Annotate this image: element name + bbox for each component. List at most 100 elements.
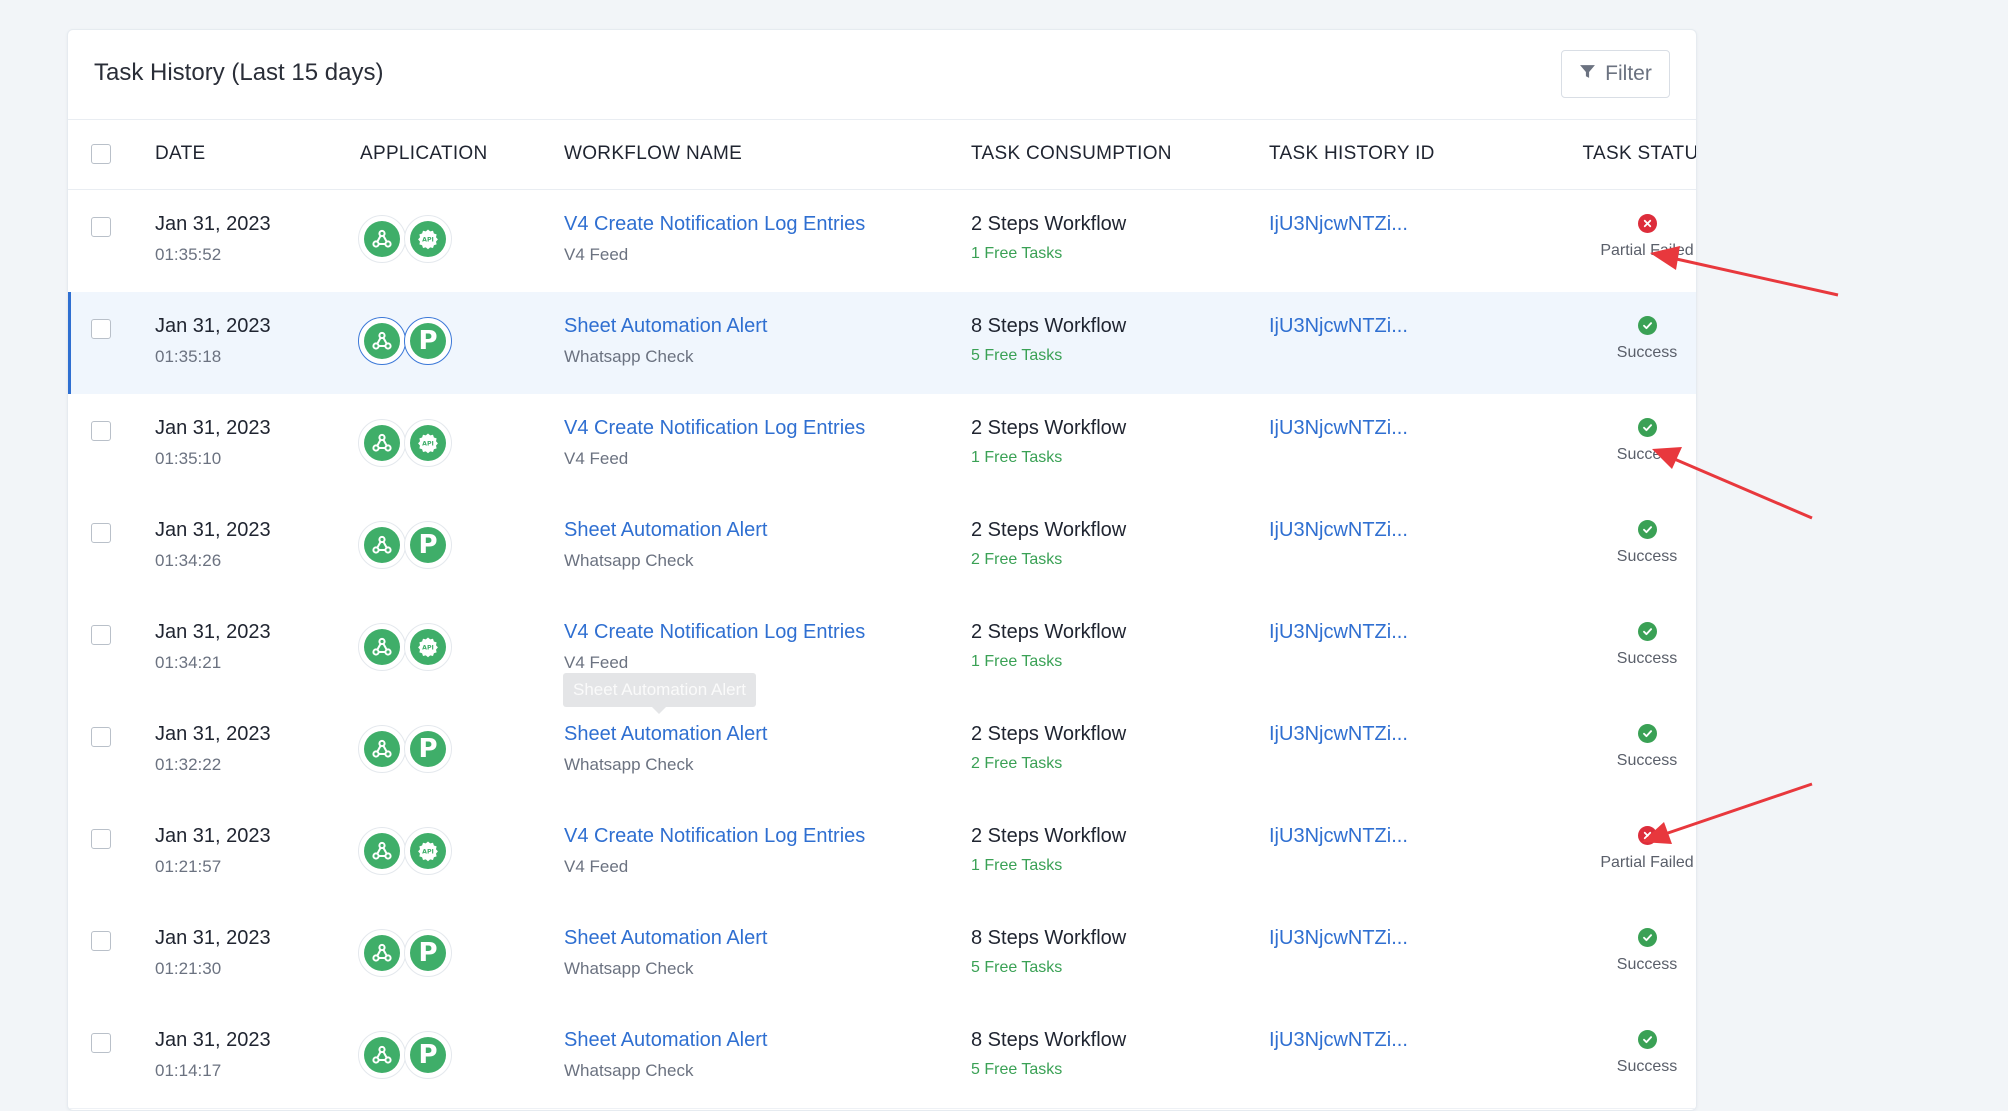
workflow-name-link[interactable]: V4 Create Notification Log Entries — [564, 621, 865, 644]
table-row[interactable]: Jan 31, 2023 01:21:30 P Sheet Automation Al… — [68, 904, 1696, 1007]
column-header-date[interactable]: DATE — [155, 143, 205, 165]
steps-count: 2 Steps Workflow — [971, 723, 1127, 745]
row-time: 01:21:30 — [155, 959, 222, 978]
workflow-name-link[interactable]: V4 Create Notification Log Entries — [564, 417, 865, 440]
table-row[interactable]: Jan 31, 2023 01:35:10 API V4 Create Notific… — [68, 394, 1696, 497]
task-history-id-link[interactable]: IjU3NjcwNTZi... — [1269, 315, 1408, 338]
row-checkbox[interactable] — [91, 421, 111, 441]
pabbly-icon: P — [404, 725, 452, 773]
column-header-task-history-id[interactable]: TASK HISTORY ID — [1269, 143, 1435, 165]
task-status: Success — [1547, 1028, 1696, 1076]
free-tasks: 1 Free Tasks — [971, 653, 1063, 670]
workflow-name-link[interactable]: V4 Create Notification Log Entries — [564, 213, 865, 236]
workflow-name-link[interactable]: Sheet Automation Alert — [564, 723, 767, 746]
workflow-folder: V4 Feed — [564, 449, 629, 468]
status-label: Success — [1616, 650, 1678, 667]
webhook-icon — [358, 419, 406, 467]
webhook-icon — [358, 1031, 406, 1079]
webhook-icon — [358, 623, 406, 671]
workflow-folder: Whatsapp Check — [564, 1061, 694, 1080]
table-row[interactable]: Jan 31, 2023 01:21:57 API V4 Create Notific… — [68, 802, 1696, 905]
table-row[interactable]: Jan 31, 2023 01:34:26 P Sheet Automation Al… — [68, 496, 1696, 599]
row-date: Jan 31, 2023 — [155, 1029, 271, 1051]
workflow-name-link[interactable]: Sheet Automation Alert — [564, 1029, 767, 1052]
svg-text:API: API — [422, 441, 434, 448]
row-checkbox[interactable] — [91, 1033, 111, 1053]
column-header-application[interactable]: APPLICATION — [360, 143, 488, 165]
row-checkbox[interactable] — [91, 217, 111, 237]
row-checkbox[interactable] — [91, 829, 111, 849]
row-date: Jan 31, 2023 — [155, 213, 271, 235]
row-time: 01:35:52 — [155, 245, 222, 264]
row-time: 01:34:21 — [155, 653, 222, 672]
column-header-task-status[interactable]: TASK STATUS — [1539, 143, 1696, 165]
webhook-icon — [358, 317, 406, 365]
check-circle-icon — [1637, 520, 1657, 539]
row-time: 01:35:18 — [155, 347, 222, 366]
x-circle-icon — [1637, 826, 1657, 845]
select-all-checkbox[interactable] — [91, 144, 111, 164]
status-label: Success — [1616, 752, 1678, 769]
task-history-id-link[interactable]: IjU3NjcwNTZi... — [1269, 519, 1408, 542]
webhook-icon — [358, 929, 406, 977]
workflow-folder: Whatsapp Check — [564, 959, 694, 978]
steps-count: 8 Steps Workflow — [971, 315, 1127, 337]
row-date: Jan 31, 2023 — [155, 927, 271, 949]
task-history-id-link[interactable]: IjU3NjcwNTZi... — [1269, 723, 1408, 746]
steps-count: 2 Steps Workflow — [971, 213, 1127, 235]
table-row[interactable]: Jan 31, 2023 01:34:21 API V4 Create Notific… — [68, 598, 1696, 701]
svg-text:API: API — [422, 645, 434, 652]
row-checkbox[interactable] — [91, 727, 111, 747]
task-history-id-link[interactable]: IjU3NjcwNTZi... — [1269, 417, 1408, 440]
task-history-id-link[interactable]: IjU3NjcwNTZi... — [1269, 825, 1408, 848]
steps-count: 8 Steps Workflow — [971, 1029, 1127, 1051]
row-checkbox[interactable] — [91, 625, 111, 645]
table-row[interactable]: Jan 31, 2023 01:35:52 API V4 Create Notific… — [68, 190, 1696, 293]
free-tasks: 2 Free Tasks — [971, 755, 1063, 772]
workflow-name-link[interactable]: V4 Create Notification Log Entries — [564, 825, 865, 848]
row-checkbox[interactable] — [91, 319, 111, 339]
check-circle-icon — [1637, 418, 1657, 437]
status-label: Success — [1616, 446, 1678, 463]
card-header: Task History (Last 15 days) Filter — [68, 30, 1696, 120]
steps-count: 2 Steps Workflow — [971, 621, 1127, 643]
status-label: Success — [1616, 1058, 1678, 1075]
row-date: Jan 31, 2023 — [155, 825, 271, 847]
table-row[interactable]: Jan 31, 2023 01:32:22 P Sheet Automation Al… — [68, 700, 1696, 803]
check-circle-icon — [1637, 1030, 1657, 1049]
free-tasks: 1 Free Tasks — [971, 449, 1063, 466]
table-row[interactable]: Jan 31, 2023 01:35:18 P Sheet Automation Al… — [68, 292, 1696, 395]
status-label: Success — [1616, 548, 1678, 565]
pabbly-icon: P — [404, 521, 452, 569]
task-status: Success — [1547, 926, 1696, 974]
row-checkbox[interactable] — [91, 931, 111, 951]
column-header-workflow-name[interactable]: WORKFLOW NAME — [564, 143, 742, 165]
filter-label: Filter — [1605, 62, 1652, 85]
pabbly-icon: P — [404, 929, 452, 977]
steps-count: 8 Steps Workflow — [971, 927, 1127, 949]
free-tasks: 1 Free Tasks — [971, 857, 1063, 874]
task-history-id-link[interactable]: IjU3NjcwNTZi... — [1269, 213, 1408, 236]
task-status: Success — [1547, 722, 1696, 770]
task-history-id-link[interactable]: IjU3NjcwNTZi... — [1269, 1029, 1408, 1052]
column-header-task-consumption[interactable]: TASK CONSUMPTION — [971, 143, 1172, 165]
steps-count: 2 Steps Workflow — [971, 825, 1127, 847]
api-icon: API — [404, 623, 452, 671]
workflow-tooltip: Sheet Automation Alert — [563, 673, 756, 714]
workflow-folder: Whatsapp Check — [564, 755, 694, 774]
workflow-name-link[interactable]: Sheet Automation Alert — [564, 927, 767, 950]
filter-button[interactable]: Filter — [1561, 50, 1670, 98]
task-history-id-link[interactable]: IjU3NjcwNTZi... — [1269, 927, 1408, 950]
api-icon: API — [404, 827, 452, 875]
row-checkbox[interactable] — [91, 523, 111, 543]
table-row[interactable]: Jan 31, 2023 01:14:17 P Sheet Automation Al… — [68, 1006, 1696, 1109]
task-history-id-link[interactable]: IjU3NjcwNTZi... — [1269, 621, 1408, 644]
api-icon: API — [404, 215, 452, 263]
webhook-icon — [358, 827, 406, 875]
steps-count: 2 Steps Workflow — [971, 417, 1127, 439]
row-date: Jan 31, 2023 — [155, 315, 271, 337]
workflow-name-link[interactable]: Sheet Automation Alert — [564, 315, 767, 338]
funnel-icon — [1579, 62, 1596, 86]
page-title: Task History (Last 15 days) — [94, 59, 384, 86]
workflow-name-link[interactable]: Sheet Automation Alert — [564, 519, 767, 542]
